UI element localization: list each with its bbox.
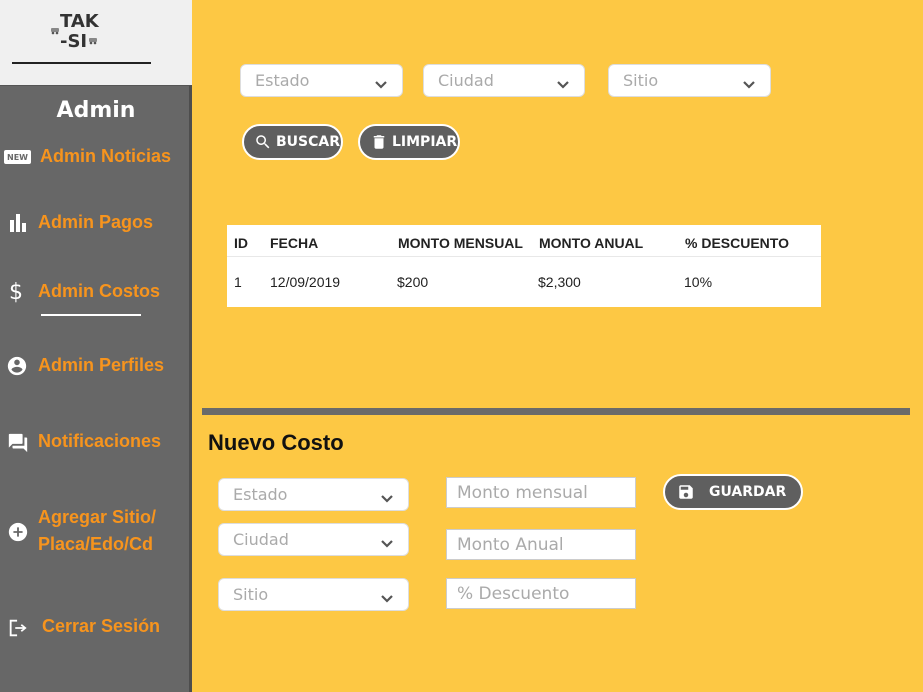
- sidebar-item-admin-perfiles[interactable]: Admin Perfiles: [0, 351, 192, 381]
- table-divider: [227, 256, 821, 257]
- filter-ciudad-select[interactable]: Ciudad: [423, 64, 585, 97]
- sidebar-item-label: Admin Costos: [38, 281, 161, 301]
- table-header: ID: [234, 235, 248, 251]
- active-indicator: [41, 314, 141, 316]
- guardar-label: GUARDAR: [709, 484, 787, 500]
- select-value: Sitio: [623, 71, 659, 90]
- limpiar-label: LIMPIAR: [392, 134, 458, 150]
- table-cell: 10%: [684, 274, 713, 290]
- sidebar-item-admin-noticias[interactable]: NEW Admin Noticias: [0, 142, 192, 172]
- select-value: Estado: [255, 71, 310, 90]
- exit-icon: [6, 616, 30, 640]
- sidebar-item-label-line2: Placa/Edo/Cd: [38, 534, 154, 554]
- input-placeholder: Monto Anual: [457, 534, 564, 555]
- chevron-down-icon: [380, 534, 394, 548]
- chevron-down-icon: [556, 75, 570, 89]
- sidebar-item-admin-pagos[interactable]: Admin Pagos: [0, 208, 192, 238]
- table-cell: 12/09/2019: [270, 274, 341, 290]
- logo-area: TAK -SI: [0, 0, 192, 85]
- car-icon: [51, 28, 59, 35]
- nuevo-sitio-select[interactable]: Sitio: [218, 578, 409, 611]
- input-placeholder: % Descuento: [457, 583, 570, 604]
- sidebar-item-label: Admin Perfiles: [38, 355, 165, 375]
- bar-chart-icon: [6, 211, 30, 235]
- search-icon: [256, 135, 270, 149]
- logo-text-line1: TAK: [60, 11, 99, 32]
- filter-sitio-select[interactable]: Sitio: [608, 64, 771, 97]
- dollar-icon: $: [9, 279, 23, 305]
- taksi-logo[interactable]: TAK -SI: [50, 12, 100, 52]
- chat-bubble-icon: [6, 431, 30, 455]
- add-circle-icon: [6, 520, 30, 544]
- trash-icon: [373, 135, 385, 149]
- logo-underline: [12, 62, 151, 64]
- table-cell: 1: [234, 274, 242, 290]
- logo-text-line2: -SI: [60, 31, 88, 52]
- monto-mensual-input[interactable]: Monto mensual: [446, 477, 636, 508]
- guardar-button[interactable]: GUARDAR: [663, 474, 803, 510]
- filter-estado-select[interactable]: Estado: [240, 64, 403, 97]
- sidebar-item-label: Admin Pagos: [38, 212, 154, 232]
- nuevo-estado-select[interactable]: Estado: [218, 478, 409, 511]
- buscar-button[interactable]: BUSCAR: [242, 124, 343, 160]
- select-value: Ciudad: [233, 530, 289, 549]
- buscar-label: BUSCAR: [276, 134, 341, 150]
- table-header: MONTO MENSUAL: [398, 235, 523, 251]
- sidebar-item-label-line1: Agregar Sitio/: [38, 507, 157, 527]
- table-cell: $200: [397, 274, 429, 290]
- table-header: FECHA: [270, 235, 319, 251]
- table-header: % DESCUENTO: [685, 235, 789, 251]
- descuento-input[interactable]: % Descuento: [446, 578, 636, 609]
- sidebar-item-label: Admin Noticias: [40, 146, 172, 166]
- save-icon: [679, 485, 693, 499]
- select-value: Ciudad: [438, 71, 494, 90]
- account-circle-icon: [5, 354, 29, 378]
- chevron-down-icon: [380, 589, 394, 603]
- monto-anual-input[interactable]: Monto Anual: [446, 529, 636, 560]
- limpiar-button[interactable]: LIMPIAR: [358, 124, 460, 160]
- sidebar-item-notificaciones[interactable]: Notificaciones: [0, 427, 192, 457]
- sidebar-item-label: Cerrar Sesión: [42, 616, 161, 636]
- sidebar-item-cerrar-sesion[interactable]: Cerrar Sesión: [0, 612, 192, 642]
- new-badge-icon: NEW: [4, 150, 31, 164]
- chevron-down-icon: [380, 489, 394, 503]
- sidebar-title: Admin: [56, 98, 136, 123]
- nuevo-costo-title: Nuevo Costo: [208, 430, 344, 455]
- costs-table: ID FECHA MONTO MENSUAL MONTO ANUAL % DES…: [227, 225, 821, 307]
- sidebar-item-agregar-sitio[interactable]: Agregar Sitio/ Placa/Edo/Cd: [0, 503, 192, 559]
- select-value: Sitio: [233, 585, 269, 604]
- section-divider: [202, 408, 910, 415]
- table-header: MONTO ANUAL: [539, 235, 644, 251]
- table-cell: $2,300: [538, 274, 581, 290]
- sidebar-item-admin-costos[interactable]: $ Admin Costos: [0, 277, 192, 307]
- car-icon: [89, 38, 97, 45]
- sidebar: Admin NEW Admin Noticias Admin Pagos $ A…: [0, 85, 192, 692]
- sidebar-item-label: Notificaciones: [38, 431, 162, 451]
- nuevo-ciudad-select[interactable]: Ciudad: [218, 523, 409, 556]
- chevron-down-icon: [374, 75, 388, 89]
- input-placeholder: Monto mensual: [457, 482, 588, 503]
- chevron-down-icon: [742, 75, 756, 89]
- select-value: Estado: [233, 485, 288, 504]
